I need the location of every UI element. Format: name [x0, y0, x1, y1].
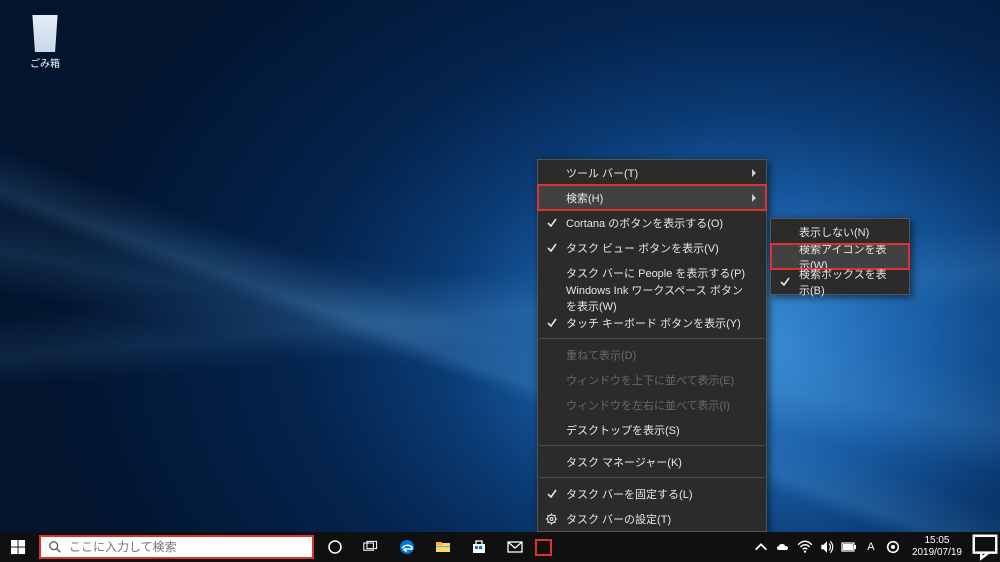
chevron-up-icon	[753, 539, 769, 555]
ctx-item-label: ツール バー(T)	[566, 165, 638, 181]
cortana-button[interactable]	[317, 532, 353, 562]
tray-onedrive[interactable]	[772, 532, 794, 562]
ctx-item-13[interactable]: タスク マネージャー(K)	[538, 449, 766, 474]
taskbar-app-mail[interactable]	[497, 532, 533, 562]
ctx-item-label: ウィンドウを上下に並べて表示(E)	[566, 372, 734, 388]
ctx-item-label: タスク バーの設定(T)	[566, 511, 671, 527]
ime-label: A	[867, 541, 874, 553]
annotation-highlight-square	[535, 539, 552, 556]
ctx-item-label: Cortana のボタンを表示する(O)	[566, 215, 723, 231]
ctx-item-label: タッチ キーボード ボタンを表示(Y)	[566, 315, 741, 331]
search-input[interactable]	[69, 540, 312, 554]
taskbar-app-explorer[interactable]	[425, 532, 461, 562]
mail-icon	[507, 539, 523, 555]
ctx-item-0[interactable]: ツール バー(T)	[538, 160, 766, 185]
edge-icon	[399, 539, 415, 555]
cortana-icon	[327, 539, 343, 555]
taskbar-app-edge[interactable]	[389, 532, 425, 562]
subctx-item-label: 表示しない(N)	[799, 224, 869, 240]
wifi-icon	[797, 539, 813, 555]
recycle-bin-label: ごみ箱	[15, 55, 75, 70]
clock-time: 15:05	[912, 535, 962, 547]
recycle-bin-icon	[27, 10, 63, 52]
ctx-item-label: 検索(H)	[566, 190, 603, 206]
location-icon	[885, 539, 901, 555]
taskbar-clock[interactable]: 15:05 2019/07/19	[904, 535, 970, 559]
ctx-item-label: Windows Ink ワークスペース ボタンを表示(W)	[566, 282, 748, 314]
battery-icon	[841, 539, 857, 555]
ctx-item-9: ウィンドウを上下に並べて表示(E)	[538, 367, 766, 392]
taskbar-app-store[interactable]	[461, 532, 497, 562]
ctx-item-label: デスクトップを表示(S)	[566, 422, 680, 438]
subctx-item-2[interactable]: 検索ボックスを表示(B)	[771, 269, 909, 294]
ctx-item-label: 重ねて表示(D)	[566, 347, 636, 363]
ctx-item-label: ウィンドウを左右に並べて表示(I)	[566, 397, 730, 413]
taskbar-context-menu[interactable]: ツール バー(T) 検索(H) Cortana のボタンを表示する(O) タスク ビュ…	[537, 159, 767, 532]
search-icon	[41, 540, 69, 554]
task-view-icon	[363, 539, 379, 555]
tray-ime[interactable]: A	[860, 532, 882, 562]
ctx-item-10: ウィンドウを左右に並べて表示(I)	[538, 392, 766, 417]
ctx-separator	[539, 338, 765, 339]
store-icon	[471, 539, 487, 555]
folder-icon	[435, 539, 451, 555]
task-view-button[interactable]	[353, 532, 389, 562]
speaker-icon	[819, 539, 835, 555]
ctx-item-label: タスク ビュー ボタンを表示(V)	[566, 240, 719, 256]
ctx-item-11[interactable]: デスクトップを表示(S)	[538, 417, 766, 442]
desktop[interactable]: ごみ箱 ツール バー(T) 検索(H) Cortana のボタンを表示する(O) タス…	[0, 0, 1000, 562]
tray-show-hidden[interactable]	[750, 532, 772, 562]
tray-volume[interactable]	[816, 532, 838, 562]
subctx-item-label: 検索ボックスを表示(B)	[799, 266, 891, 298]
ctx-item-8: 重ねて表示(D)	[538, 342, 766, 367]
clock-date: 2019/07/19	[912, 547, 962, 559]
ctx-item-3[interactable]: タスク ビュー ボタンを表示(V)	[538, 235, 766, 260]
action-center-button[interactable]	[970, 532, 1000, 562]
ctx-item-label: タスク バーを固定する(L)	[566, 486, 693, 502]
notification-icon	[970, 532, 1000, 562]
ctx-separator	[539, 477, 765, 478]
search-box[interactable]	[39, 535, 314, 559]
taskbar[interactable]: A 15:05 2019/07/19	[0, 532, 1000, 562]
ctx-item-2[interactable]: Cortana のボタンを表示する(O)	[538, 210, 766, 235]
ctx-item-1[interactable]: 検索(H)	[538, 185, 766, 210]
ctx-item-5[interactable]: Windows Ink ワークスペース ボタンを表示(W)	[538, 285, 766, 310]
ctx-item-16[interactable]: タスク バーの設定(T)	[538, 506, 766, 531]
ctx-item-15[interactable]: タスク バーを固定する(L)	[538, 481, 766, 506]
ctx-item-label: タスク マネージャー(K)	[566, 454, 682, 470]
start-button[interactable]	[0, 532, 36, 562]
windows-logo-icon	[11, 540, 26, 555]
cloud-icon	[775, 539, 791, 555]
desktop-icon-recycle-bin[interactable]: ごみ箱	[15, 10, 75, 70]
ctx-item-label: タスク バーに People を表示する(P)	[566, 265, 745, 281]
ctx-separator	[539, 445, 765, 446]
tray-location[interactable]	[882, 532, 904, 562]
tray-battery[interactable]	[838, 532, 860, 562]
search-submenu[interactable]: 表示しない(N)検索アイコンを表示(W)検索ボックスを表示(B)	[770, 218, 910, 295]
tray-network[interactable]	[794, 532, 816, 562]
ctx-item-6[interactable]: タッチ キーボード ボタンを表示(Y)	[538, 310, 766, 335]
